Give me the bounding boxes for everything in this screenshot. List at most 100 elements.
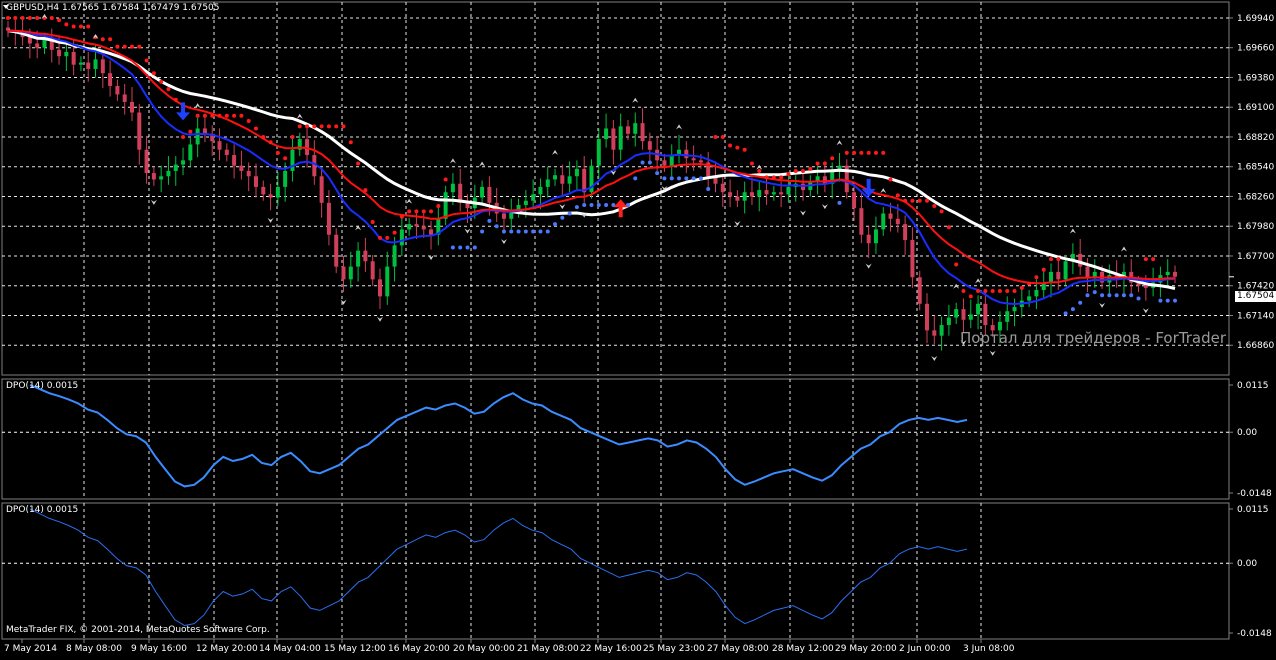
fractal-up-icon — [479, 161, 486, 167]
sar-dot-red — [968, 294, 973, 299]
sar-dot-red — [71, 24, 76, 29]
indicator1-label: DPO(14) 0.0015 — [6, 381, 79, 391]
y-tick-label: 1.69940 — [1237, 14, 1274, 24]
candle-body — [560, 175, 565, 184]
sar-dot-red — [793, 168, 798, 173]
fractal-down-icon — [464, 228, 471, 234]
sar-dot-red — [334, 124, 339, 129]
fractal-up-icon — [632, 97, 639, 103]
sar-dot-red — [319, 124, 324, 129]
sar-dot-blue — [677, 176, 682, 181]
fractal-down-icon — [800, 210, 807, 216]
sar-dot-red — [881, 150, 886, 155]
candle-body — [895, 218, 900, 225]
x-tick-label: 2 Jun 00:00 — [899, 644, 951, 654]
sar-dot-red — [129, 44, 134, 49]
candle-body — [232, 155, 237, 166]
sar-dot-red — [859, 150, 864, 155]
candle-body — [545, 179, 550, 187]
fractal-up-icon — [406, 198, 413, 204]
candle-body — [662, 160, 667, 166]
candle-body — [487, 186, 492, 203]
candle-body — [684, 149, 689, 159]
sar-dot-blue — [596, 202, 601, 207]
dpo-y-tick-label: 0.00 — [1237, 428, 1257, 438]
sar-dot-red — [749, 161, 754, 166]
sar-dot-red — [181, 134, 186, 139]
candle-body — [261, 186, 266, 195]
candle-body — [596, 139, 601, 166]
candle-body — [399, 229, 404, 246]
sar-dot-red — [852, 150, 857, 155]
sar-dot-blue — [1158, 298, 1163, 303]
chart-canvas[interactable]: 1.69940 1.69660 1.69380 1.69100 1.68820 1.685… — [0, 0, 1276, 656]
sar-dot-red — [939, 209, 944, 214]
sar-dot-blue — [450, 245, 455, 250]
sar-dot-red — [407, 209, 412, 214]
candle-body — [1085, 266, 1090, 278]
sar-dot-red — [925, 198, 930, 203]
sar-dot-red — [822, 161, 827, 166]
dpo-y-tick-label: -0.0148 — [1237, 489, 1272, 499]
candle-body — [1173, 271, 1177, 277]
sar-dot-red — [399, 214, 404, 219]
sar-dot-blue — [1107, 293, 1112, 298]
y-tick-label: 1.68260 — [1237, 192, 1274, 202]
sar-dot-red — [363, 188, 368, 193]
dpo-line-1 — [29, 384, 968, 488]
sar-dot-red — [297, 124, 302, 129]
y-tick-label: 1.67980 — [1237, 222, 1274, 232]
candle-body — [334, 234, 339, 267]
candle-body — [669, 155, 674, 166]
sar-dot-red — [326, 124, 331, 129]
fractal-up-icon — [1120, 246, 1127, 252]
sar-dot-red — [728, 143, 733, 148]
sar-dot-red — [392, 230, 397, 235]
chart-window[interactable]: 1.69940 1.69660 1.69380 1.69100 1.68820 1.685… — [0, 0, 1276, 656]
sar-dot-red — [137, 44, 142, 49]
sar-dot-red — [115, 44, 120, 49]
candle-body — [414, 224, 419, 227]
sar-dot-red — [808, 166, 813, 171]
sar-dot-red — [713, 134, 718, 139]
candle-body — [946, 317, 951, 326]
x-tick-label: 15 May 12:00 — [324, 644, 386, 654]
candle-body — [873, 229, 878, 244]
sar-dot-red — [348, 140, 353, 145]
sar-dot-red — [1027, 281, 1032, 286]
candle-body — [910, 240, 915, 278]
candle-body — [326, 202, 331, 235]
candle-body — [640, 123, 645, 142]
fractal-down-icon — [989, 350, 996, 356]
sar-dot-red — [57, 18, 62, 23]
candle-body — [1165, 271, 1170, 276]
fractal-down-icon — [559, 204, 566, 210]
candle-body — [377, 279, 382, 297]
sar-dot-blue — [1121, 293, 1126, 298]
x-tick-label: 25 May 23:00 — [643, 644, 705, 654]
candle-body — [341, 266, 346, 280]
sar-dot-red — [954, 262, 959, 267]
candle-body — [538, 186, 543, 195]
sar-dot-blue — [538, 229, 543, 234]
sar-dot-red — [312, 124, 317, 129]
candle-body — [429, 229, 434, 235]
sar-dot-red — [910, 198, 915, 203]
chart-header: GBPUSD,H4 1.67565 1.67584 1.67479 1.6750… — [6, 3, 220, 13]
sar-dot-blue — [662, 176, 667, 181]
candles-group — [6, 17, 1177, 351]
sar-dot-red — [815, 161, 820, 166]
sar-dot-blue — [1129, 293, 1134, 298]
sar-dot-red — [305, 124, 310, 129]
sar-dot-red — [20, 15, 25, 20]
sar-dot-red — [1041, 267, 1046, 272]
candle-body — [633, 123, 638, 134]
sar-dot-blue — [684, 176, 689, 181]
sar-dot-blue — [655, 171, 660, 176]
candle-body — [144, 149, 149, 174]
sar-dot-blue — [706, 187, 711, 192]
sar-dot-blue — [698, 176, 703, 181]
sar-dot-red — [983, 289, 988, 294]
arrow-down-icon — [176, 102, 191, 121]
candle-body — [363, 250, 368, 262]
